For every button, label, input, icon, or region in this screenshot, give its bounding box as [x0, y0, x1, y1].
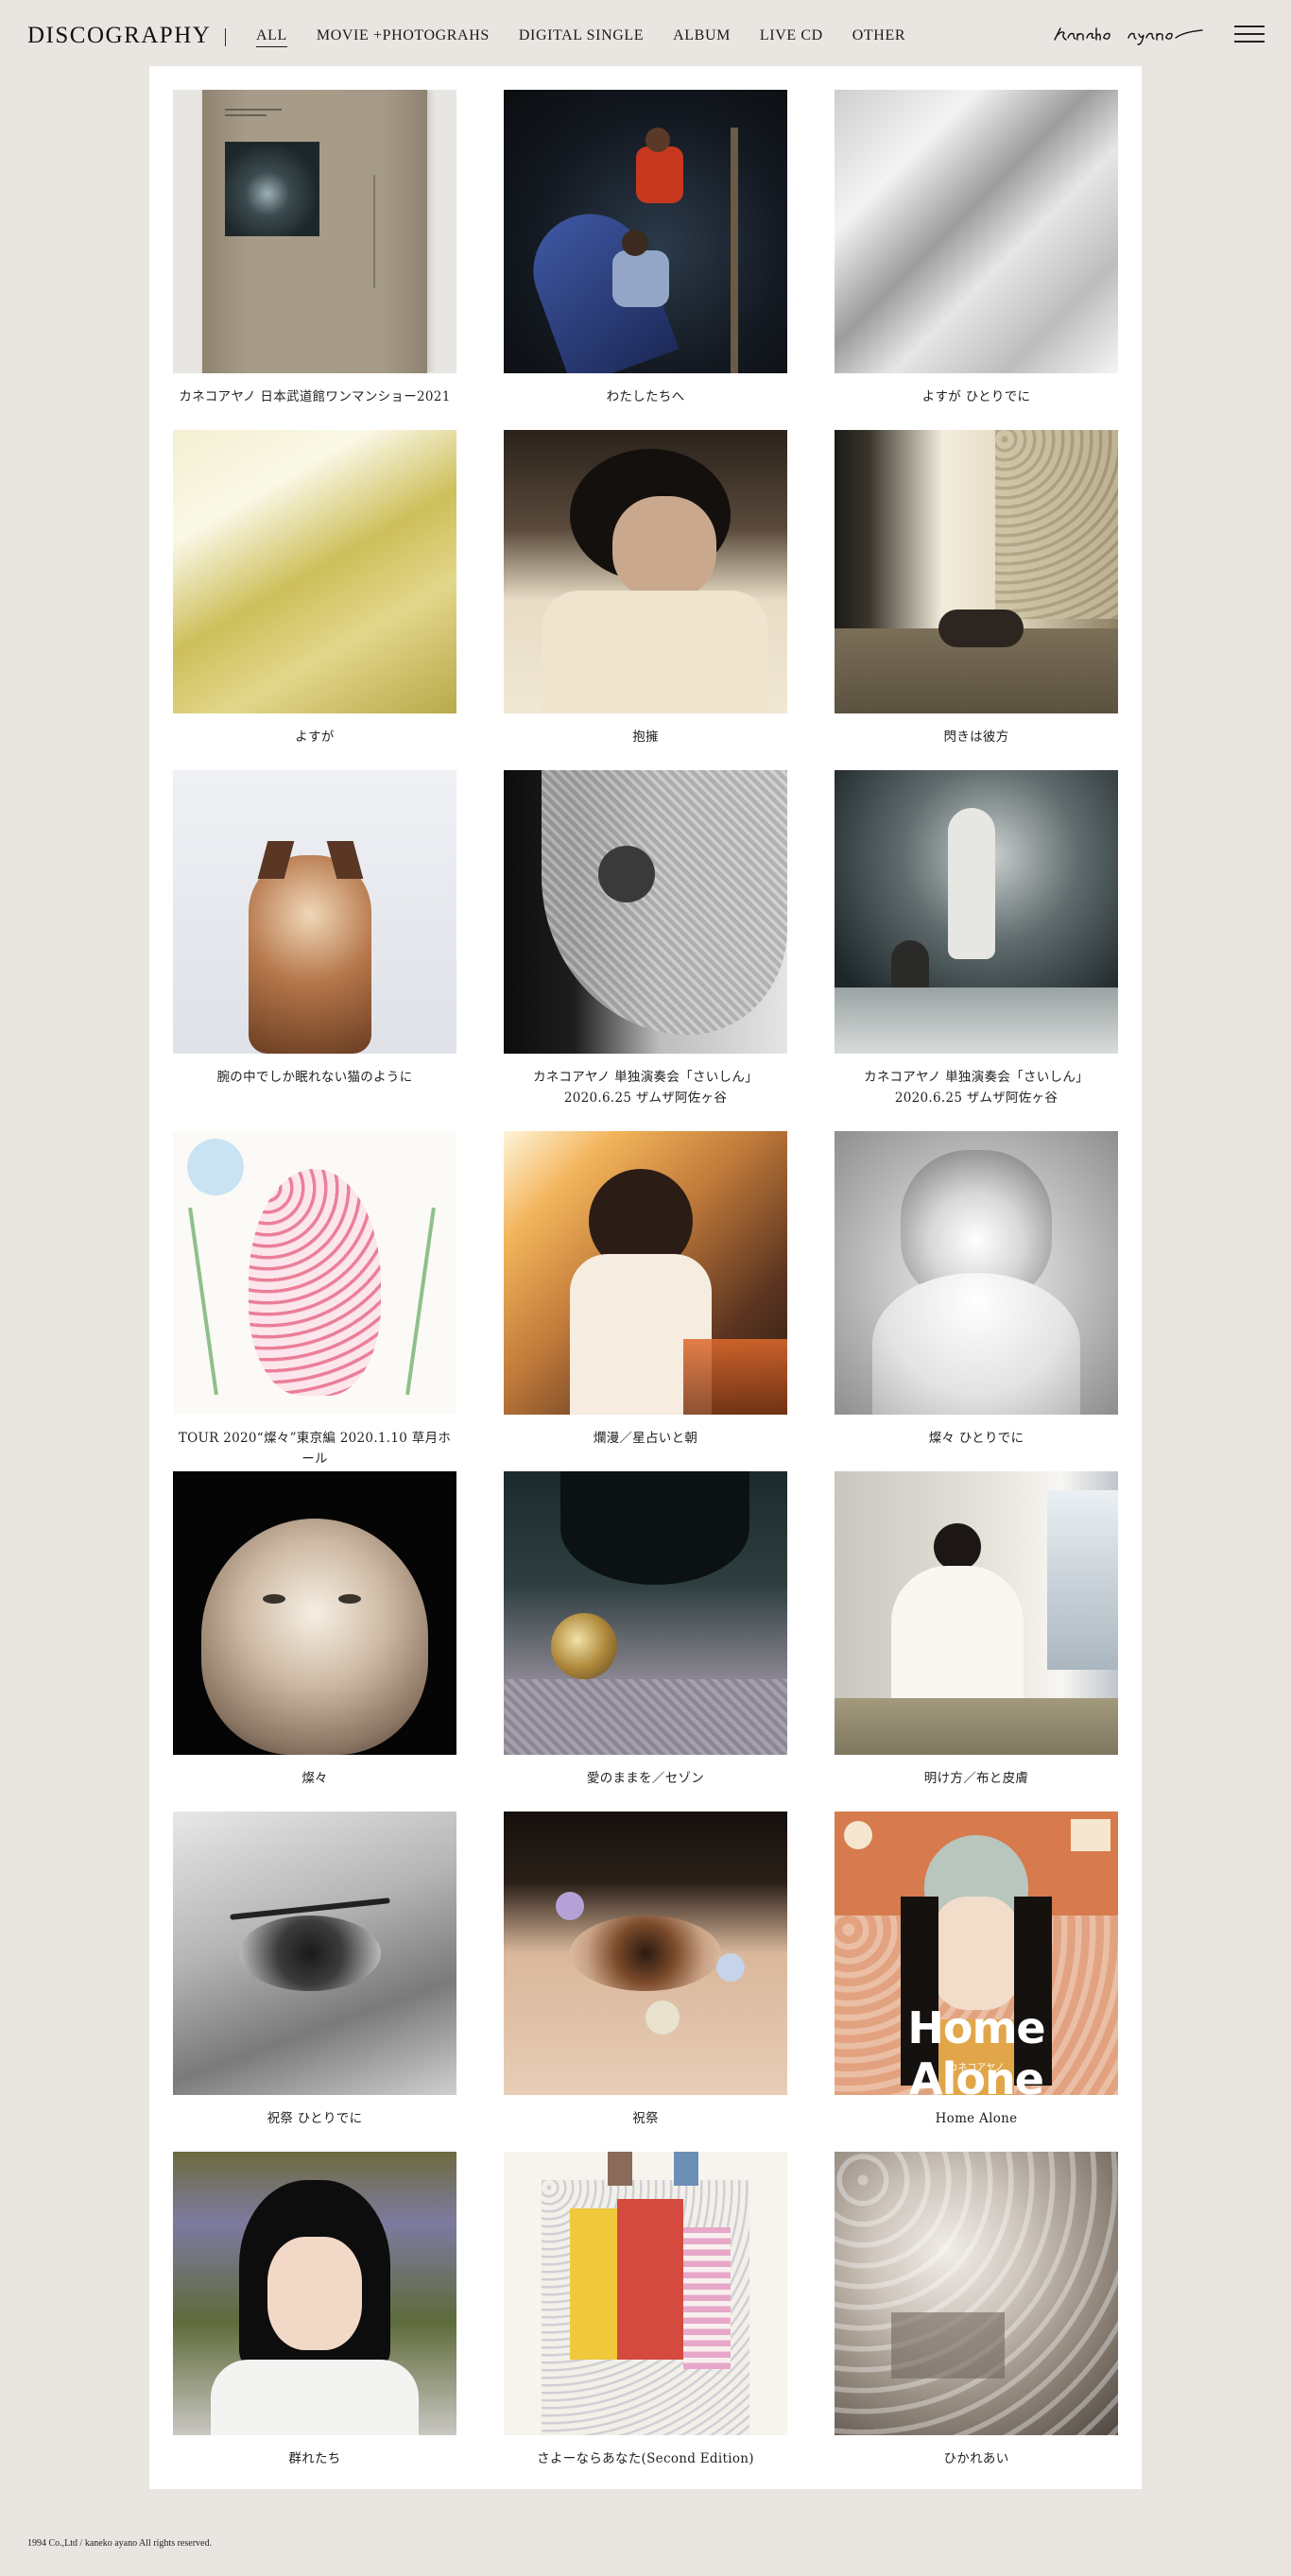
page-title[interactable]: DISCOGRAPHY: [27, 23, 211, 49]
release-cover[interactable]: [835, 430, 1118, 713]
release-cover[interactable]: [173, 1471, 456, 1755]
release-title: カネコアヤノ 単独演奏会「さいしん」2020.6.25 ザムザ阿佐ヶ谷: [864, 1070, 1089, 1106]
release-cover[interactable]: [504, 770, 787, 1054]
release-title: よすが ひとりでに: [921, 389, 1031, 404]
release-title: わたしたちへ: [606, 389, 685, 404]
release-cover[interactable]: [173, 90, 456, 373]
release-card[interactable]: わたしたちへ: [504, 90, 787, 407]
release-cover[interactable]: [835, 2152, 1118, 2435]
release-title: 腕の中でしか眠れない猫のように: [216, 1070, 413, 1085]
release-card[interactable]: 爛漫／星占いと朝: [504, 1131, 787, 1449]
nav-digital-single[interactable]: DIGITAL SINGLE: [519, 27, 644, 47]
release-card[interactable]: Home Alone カネコアヤノ Home Alone: [835, 1812, 1118, 2129]
signature-logo[interactable]: [1051, 21, 1212, 47]
release-title: 愛のままを／セゾン: [586, 1771, 705, 1786]
release-card[interactable]: 愛のままを／セゾン: [504, 1471, 787, 1789]
release-cover[interactable]: [173, 1812, 456, 2095]
release-title: カネコアヤノ 単独演奏会「さいしん」2020.6.25 ザムザ阿佐ヶ谷: [533, 1070, 758, 1106]
discography-panel: カネコアヤノ 日本武道館ワンマンショー2021 わたしたちへ よすが ひとりでに…: [149, 66, 1142, 2489]
release-cover[interactable]: [173, 2152, 456, 2435]
release-card[interactable]: 群れたち: [173, 2152, 456, 2469]
release-cover[interactable]: [835, 90, 1118, 373]
nav-all[interactable]: ALL: [256, 27, 287, 47]
release-card[interactable]: よすが: [173, 430, 456, 747]
release-card[interactable]: 閃きは彼方: [835, 430, 1118, 747]
release-title: 爛漫／星占いと朝: [593, 1431, 698, 1446]
release-title: 燦々 ひとりでに: [928, 1431, 1024, 1446]
release-cover[interactable]: [504, 1812, 787, 2095]
hamburger-menu-icon[interactable]: [1234, 26, 1265, 43]
cover-title-text: Home Alone: [907, 2002, 1045, 2095]
release-cover[interactable]: [835, 1131, 1118, 1415]
release-title: さよーならあなた(Second Edition): [537, 2451, 754, 2466]
release-title: Home Alone: [935, 2111, 1018, 2126]
release-card[interactable]: 抱擁: [504, 430, 787, 747]
release-card[interactable]: 祝祭 ひとりでに: [173, 1812, 456, 2129]
cover-artist-text: カネコアヤノ: [948, 2063, 1005, 2073]
release-card[interactable]: カネコアヤノ 単独演奏会「さいしん」2020.6.25 ザムザ阿佐ヶ谷: [504, 770, 787, 1108]
release-cover[interactable]: [504, 430, 787, 713]
release-card[interactable]: カネコアヤノ 日本武道館ワンマンショー2021: [173, 90, 456, 407]
release-cover[interactable]: [504, 90, 787, 373]
release-cover[interactable]: [173, 770, 456, 1054]
nav-album[interactable]: ALBUM: [673, 27, 731, 47]
release-cover[interactable]: [173, 1131, 456, 1415]
release-card[interactable]: 明け方／布と皮膚: [835, 1471, 1118, 1789]
release-cover[interactable]: [835, 1471, 1118, 1755]
release-cover[interactable]: [173, 430, 456, 713]
release-title: カネコアヤノ 日本武道館ワンマンショー2021: [179, 389, 451, 404]
release-card[interactable]: 祝祭: [504, 1812, 787, 2129]
release-card[interactable]: 腕の中でしか眠れない猫のように: [173, 770, 456, 1088]
release-title: 抱擁: [632, 730, 659, 745]
release-card[interactable]: ひかれあい: [835, 2152, 1118, 2469]
nav-movie-photographs[interactable]: MOVIE +PHOTOGRAHS: [317, 27, 490, 47]
release-cover[interactable]: Home Alone カネコアヤノ: [835, 1812, 1118, 2095]
release-card[interactable]: さよーならあなた(Second Edition): [504, 2152, 787, 2469]
release-cover[interactable]: [504, 2152, 787, 2435]
release-title: ひかれあい: [943, 2451, 1009, 2466]
category-nav: ALL MOVIE +PHOTOGRAHS DIGITAL SINGLE ALB…: [256, 27, 935, 47]
release-title: TOUR 2020“燦々”東京編 2020.1.10 草月ホール: [178, 1431, 452, 1467]
release-title: 群れたち: [288, 2451, 341, 2466]
release-title: 祝祭: [632, 2111, 659, 2126]
release-cover[interactable]: [504, 1471, 787, 1755]
nav-live-cd[interactable]: LIVE CD: [760, 27, 823, 47]
release-title: 明け方／布と皮膚: [923, 1771, 1029, 1786]
release-card[interactable]: 燦々 ひとりでに: [835, 1131, 1118, 1449]
release-title: 祝祭 ひとりでに: [267, 2111, 363, 2126]
release-card[interactable]: TOUR 2020“燦々”東京編 2020.1.10 草月ホール: [173, 1131, 456, 1469]
site-header: DISCOGRAPHY ALL MOVIE +PHOTOGRAHS DIGITA…: [0, 0, 1291, 66]
release-title: 閃きは彼方: [943, 730, 1009, 745]
release-cover[interactable]: [835, 770, 1118, 1054]
title-divider: [225, 28, 226, 46]
nav-other[interactable]: OTHER: [852, 27, 905, 47]
release-cover[interactable]: [504, 1131, 787, 1415]
release-title: 燦々: [301, 1771, 328, 1786]
release-card[interactable]: 燦々: [173, 1471, 456, 1789]
release-title: よすが: [295, 730, 335, 745]
release-card[interactable]: よすが ひとりでに: [835, 90, 1118, 407]
release-card[interactable]: カネコアヤノ 単独演奏会「さいしん」2020.6.25 ザムザ阿佐ヶ谷: [835, 770, 1118, 1108]
footer-copyright: 1994 Co.,Ltd / kaneko ayano All rights r…: [27, 2538, 212, 2549]
